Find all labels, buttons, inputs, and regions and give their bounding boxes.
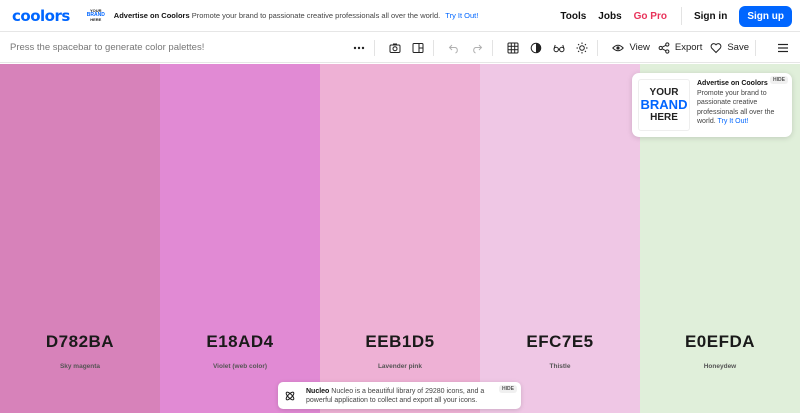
toolbar-divider [492,39,494,56]
view-button[interactable]: View [612,42,650,54]
swatch-hex-code[interactable]: E18AD4 [160,332,320,352]
swatch-hex-code[interactable]: E0EFDA [640,332,800,352]
collage-icon[interactable] [409,39,427,57]
save-button[interactable]: Save [710,42,749,54]
toolbar-divider [374,39,376,56]
grid-icon[interactable] [504,39,522,57]
swatch-color-name: Thistle [549,363,571,370]
contrast-icon[interactable] [527,39,545,57]
ad-brand-logo: YOUR BRAND HERE [86,7,105,22]
toolbar-actions: View Export Save [345,32,792,63]
top-navbar: coolors YOUR BRAND HERE Advertise on Coo… [0,0,800,32]
notice-hide-button[interactable]: HIDE [499,385,517,393]
color-swatch[interactable]: E18AD4 Violet (web color) [160,64,320,413]
save-label: Save [727,42,749,53]
top-ad-cta-link[interactable]: Try It Out! [445,11,478,20]
view-label: View [629,42,650,53]
ad-card[interactable]: YOUR BRAND HERE Advertise on Coolors Pro… [632,73,792,137]
swatch-color-name: Violet (web color) [212,363,268,370]
ad-card-cta-link[interactable]: Try It Out! [718,118,749,125]
toolbar-divider [433,39,435,56]
top-ad-text: Advertise on Coolors Promote your brand … [114,11,479,20]
nav-links: Tools Jobs Go Pro Sign in Sign up [548,0,792,32]
notice-text: Nucleo Nucleo is a beautiful library of … [306,387,506,405]
swatch-color-name: Sky magenta [59,363,101,370]
palette-toolbar: Press the spacebar to generate color pal… [0,32,800,63]
menu-icon[interactable] [774,39,792,57]
swatch-hex-code[interactable]: D782BA [0,332,160,352]
color-swatch[interactable]: D782BA Sky magenta [0,64,160,413]
swatch-hex-code[interactable]: EFC7E5 [480,332,640,352]
more-options-icon[interactable] [350,39,368,57]
share-icon [658,41,670,54]
sun-icon[interactable] [573,39,591,57]
color-swatch[interactable]: EEB1D5 Lavender pink [320,64,480,413]
swatch-color-name: Lavender pink [377,363,423,370]
top-ad-banner[interactable]: YOUR BRAND HERE Advertise on Coolors Pro… [86,6,479,26]
nav-jobs[interactable]: Jobs [598,11,621,22]
heart-icon [710,42,722,53]
glasses-icon[interactable] [550,39,568,57]
toolbar-divider [755,39,756,56]
swatch-hex-code[interactable]: EEB1D5 [320,332,480,352]
top-ad-description: Promote your brand to passionate creativ… [191,11,441,20]
sign-in-link[interactable]: Sign in [694,11,727,22]
sign-up-button[interactable]: Sign up [739,5,792,27]
ad-card-text: Advertise on Coolors Promote your brand … [697,79,783,127]
export-label: Export [674,42,703,53]
nucleo-notice[interactable]: Nucleo Nucleo is a beautiful library of … [278,382,521,409]
notice-title: Nucleo [306,387,330,395]
top-ad-title: Advertise on Coolors [113,11,190,20]
camera-icon[interactable] [386,39,404,57]
eye-icon [612,44,625,51]
swatch-color-name: Honeydew [703,363,737,370]
export-button[interactable]: Export [658,41,703,54]
nav-divider [680,7,682,25]
redo-icon[interactable] [468,39,486,57]
nucleo-logo-icon [285,391,295,400]
notice-description: Nucleo is a beautiful library of 29280 i… [306,387,485,404]
undo-icon[interactable] [445,39,463,57]
ad-hide-button[interactable]: HIDE [770,76,788,84]
spacebar-hint: Press the spacebar to generate color pal… [10,41,205,53]
color-swatch[interactable]: EFC7E5 Thistle [480,64,640,413]
nav-go-pro[interactable]: Go Pro [634,11,667,22]
nav-tools[interactable]: Tools [560,11,586,22]
coolors-logo[interactable]: coolors [12,7,70,25]
toolbar-divider [597,39,599,56]
ad-card-brand-logo: YOUR BRAND HERE [638,79,690,131]
